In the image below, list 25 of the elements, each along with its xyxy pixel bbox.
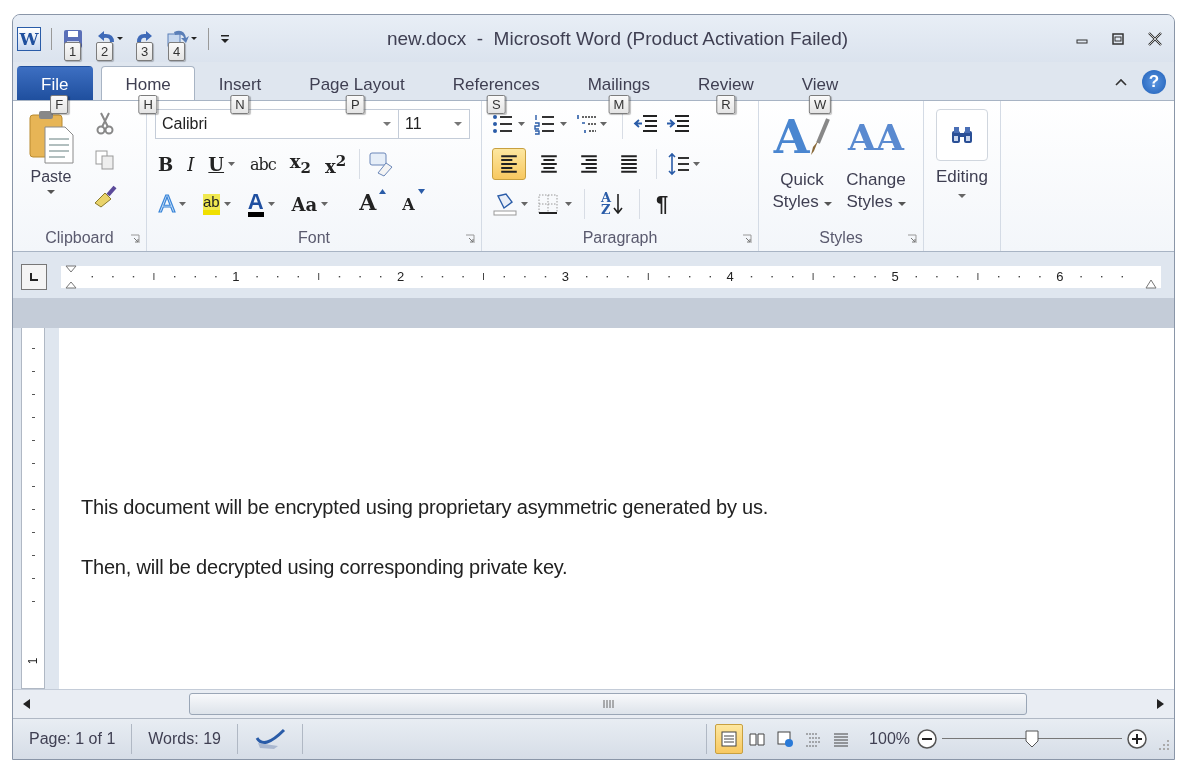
keytip-tooltip: P <box>345 95 365 114</box>
ruler-number: 5 <box>891 269 899 284</box>
keytip-tooltip: 2 <box>96 41 114 61</box>
keytip-tooltip: N <box>230 95 250 114</box>
ruler-number: 1 <box>26 657 40 665</box>
keytip-tooltip: H <box>138 95 158 114</box>
document-paragraph: This document will be encrypted using proprietary asymmetric generated by us. <box>81 496 770 519</box>
document-paragraph: Then, will be decrypted using corresponding private key. <box>81 556 569 579</box>
group-label: Styles <box>819 229 863 247</box>
window-title: new.docx - Microsoft Word (Product Activation Failed) <box>385 27 850 50</box>
group-label: Font <box>298 229 330 247</box>
ruler-number: 1 <box>232 269 240 284</box>
keytip-tooltip: M <box>608 95 630 114</box>
keytip-tooltip: 4 <box>168 41 186 61</box>
group-label: Paragraph <box>582 229 658 247</box>
keytip-tooltip: S <box>486 95 506 114</box>
keytip-tooltip: R <box>716 95 736 114</box>
ruler-number: 4 <box>726 269 734 284</box>
ruler-number: 6 <box>1056 269 1064 284</box>
keytip-tooltip: 3 <box>136 41 154 61</box>
ruler-number: 3 <box>561 269 569 284</box>
keytip-tooltip: W <box>808 95 832 114</box>
keytip-tooltip: F <box>50 95 69 114</box>
ruler-number: 2 <box>397 269 405 284</box>
group-label: Clipboard <box>45 229 114 247</box>
